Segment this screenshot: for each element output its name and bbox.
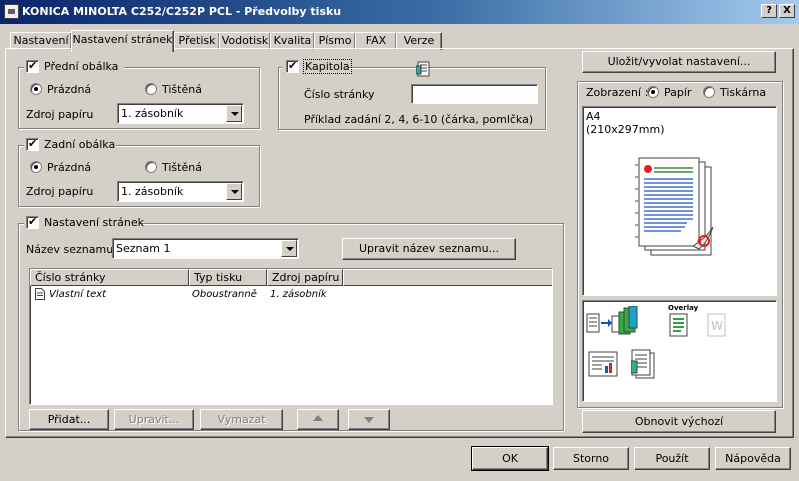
watermark-icon: W <box>707 313 727 337</box>
restore-defaults-button[interactable]: Obnovit výchozí <box>582 410 776 433</box>
help-button[interactable]: Nápověda <box>715 447 791 470</box>
row-type-cell: Oboustranně <box>192 289 257 300</box>
cover-page-icon <box>630 349 655 379</box>
chapter-page-number-label: Číslo stránky <box>304 88 375 101</box>
view-paper-label: Papír <box>664 86 692 99</box>
page-settings-checkbox[interactable] <box>26 215 39 229</box>
front-cover-blank-radio[interactable] <box>30 83 42 95</box>
edit-list-name-button[interactable]: Upravit název seznamu... <box>342 238 516 260</box>
view-paper-radio[interactable] <box>647 86 659 98</box>
ok-button[interactable]: OK <box>471 446 549 471</box>
booklet-preview-icon <box>635 157 717 261</box>
view-label: Zobrazení : <box>586 86 649 99</box>
edit-button[interactable]: Upravit... <box>114 409 194 430</box>
front-cover-printed-label: Tištěná <box>162 83 202 96</box>
arrow-down-icon <box>364 417 374 423</box>
row-page-cell: Vlastní text <box>49 289 107 300</box>
front-cover-printed-radio[interactable] <box>145 83 157 95</box>
back-cover-source-label: Zdroj papíru <box>26 185 94 198</box>
back-cover-source-value: 1. zásobník <box>121 185 184 198</box>
column-header-source[interactable]: Zdroj papíru <box>267 269 343 286</box>
tab-nastaveni-stranek[interactable]: Nastavení stránek <box>71 30 174 52</box>
chevron-down-icon[interactable] <box>226 183 242 200</box>
front-cover-label: Přední obálka <box>44 60 119 73</box>
front-cover-source-select[interactable]: 1. zásobník <box>117 103 244 124</box>
back-cover-source-select[interactable]: 1. zásobník <box>117 181 244 202</box>
page-order-icon <box>586 305 638 340</box>
save-recall-settings-button[interactable]: Uložit/vyvolat nastavení... <box>582 51 776 73</box>
column-header-filler <box>343 269 552 286</box>
chart-page-icon <box>588 351 618 377</box>
close-icon[interactable]: X <box>779 4 795 18</box>
chapter-page-number-input[interactable] <box>411 84 538 104</box>
add-button[interactable]: Přidat... <box>29 409 109 430</box>
chapter-icon <box>415 61 432 77</box>
back-cover-printed-label: Tištěná <box>162 161 202 174</box>
chevron-down-icon[interactable] <box>281 240 297 257</box>
overlay-icon <box>669 313 689 337</box>
front-cover-blank-label: Prázdná <box>47 83 92 96</box>
table-row[interactable]: Vlastní text Oboustranně 1. zásobník <box>30 287 552 302</box>
back-cover-blank-radio[interactable] <box>30 161 42 173</box>
arrow-up-icon <box>313 415 323 421</box>
column-header-page[interactable]: Číslo stránky <box>30 269 189 286</box>
paper-dimensions: (210x297mm) <box>586 123 665 136</box>
help-title-button[interactable]: ? <box>761 4 777 18</box>
svg-text:W: W <box>711 319 723 333</box>
back-cover-label: Zadní obálka <box>44 138 116 151</box>
feature-icons-pane: Overlay W <box>582 300 777 402</box>
overlay-label: Overlay <box>668 304 699 312</box>
page-list-view[interactable]: Číslo stránky Typ tisku Zdroj papíru Vla… <box>29 268 553 405</box>
paper-size: A4 <box>586 110 601 123</box>
view-printer-label: Tiskárna <box>720 86 767 99</box>
paper-preview-pane: A4 (210x297mm) <box>582 106 777 296</box>
printer-icon[interactable] <box>4 4 19 19</box>
window-title: KONICA MINOLTA C252/C252P PCL - Předvolb… <box>22 5 342 18</box>
list-name-select[interactable]: Seznam 1 <box>112 238 299 259</box>
list-name-label: Název seznamu <box>26 243 114 256</box>
front-cover-checkbox[interactable] <box>26 59 39 73</box>
list-name-value: Seznam 1 <box>116 242 171 255</box>
cancel-button[interactable]: Storno <box>553 447 629 470</box>
delete-button[interactable]: Vymazat <box>200 409 283 430</box>
back-cover-checkbox[interactable] <box>26 137 39 151</box>
back-cover-printed-radio[interactable] <box>145 161 157 173</box>
chapter-label: Kapitola <box>303 59 352 74</box>
apply-button[interactable]: Použít <box>634 447 710 470</box>
page-settings-label: Nastavení stránek <box>44 216 144 229</box>
move-down-button[interactable] <box>348 409 390 430</box>
chevron-down-icon[interactable] <box>226 105 242 122</box>
front-cover-source-value: 1. zásobník <box>121 107 184 120</box>
chapter-example-text: Příklad zadání 2, 4, 6-10 (čárka, pomlčk… <box>304 113 534 126</box>
chapter-checkbox[interactable] <box>286 59 299 73</box>
front-cover-source-label: Zdroj papíru <box>26 108 94 121</box>
document-icon <box>35 288 45 300</box>
row-source-cell: 1. zásobník <box>270 289 327 300</box>
column-header-type[interactable]: Typ tisku <box>189 269 267 286</box>
view-printer-radio[interactable] <box>703 86 715 98</box>
move-up-button[interactable] <box>297 409 339 430</box>
back-cover-blank-label: Prázdná <box>47 161 92 174</box>
